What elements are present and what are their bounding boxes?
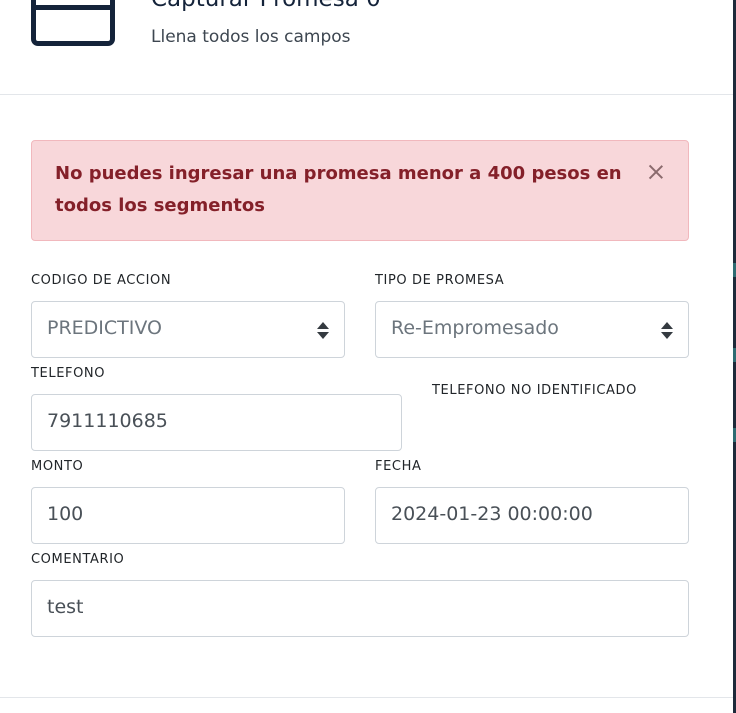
comentario-value: test — [47, 596, 84, 618]
monto-value: 100 — [47, 503, 84, 525]
close-icon[interactable] — [643, 159, 669, 185]
modal-subtitle: Llena todos los campos — [151, 27, 351, 47]
telefono-input[interactable]: 7911110685 — [31, 394, 402, 451]
card-stripe — [36, 5, 110, 10]
modal-footer-divider — [0, 697, 733, 698]
tipo-promesa-label: TIPO DE PROMESA — [375, 273, 505, 288]
fecha-input[interactable]: 2024-01-23 00:00:00 — [375, 487, 689, 544]
codigo-accion-value: PREDICTIVO — [47, 317, 162, 339]
telefono-status: TELEFONO NO IDENTIFICADO — [432, 383, 637, 398]
fecha-label: FECHA — [375, 459, 422, 474]
codigo-accion-select[interactable]: PREDICTIVO — [31, 301, 345, 358]
codigo-accion-label: CODIGO DE ACCION — [31, 273, 172, 288]
tipo-promesa-value: Re-Empromesado — [391, 317, 559, 339]
monto-label: MONTO — [31, 459, 84, 474]
error-alert: No puedes ingresar una promesa menor a 4… — [31, 140, 689, 241]
tipo-promesa-select[interactable]: Re-Empromesado — [375, 301, 689, 358]
modal-header: Capturar Promesa 0 Llena todos los campo… — [0, 0, 733, 95]
credit-card-icon — [31, 0, 115, 46]
select-caret-icon — [661, 322, 673, 340]
monto-input[interactable]: 100 — [31, 487, 345, 544]
comentario-label: COMENTARIO — [31, 552, 125, 567]
select-caret-icon — [317, 322, 329, 340]
telefono-label: TELEFONO — [31, 366, 106, 381]
modal-title: Capturar Promesa 0 — [151, 0, 381, 12]
telefono-value: 7911110685 — [47, 410, 168, 432]
fecha-value: 2024-01-23 00:00:00 — [391, 503, 593, 525]
comentario-input[interactable]: test — [31, 580, 689, 637]
alert-message: No puedes ingresar una promesa menor a 4… — [55, 163, 622, 216]
